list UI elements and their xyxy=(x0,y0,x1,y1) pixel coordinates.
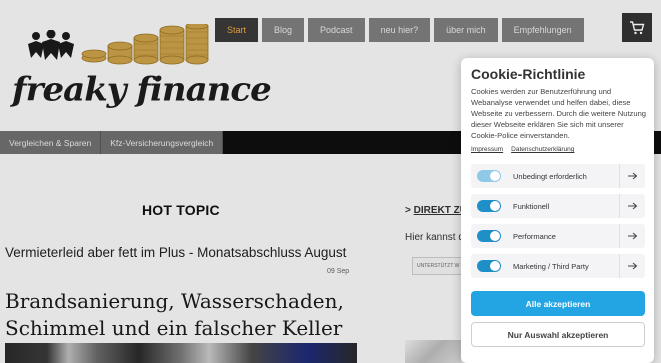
consent-label: Unbedingt erforderlich xyxy=(513,171,587,181)
consent-label: Funktionell xyxy=(513,201,550,211)
secondary-navigation: Vergleichen & Sparen Kfz-Versicherungsve… xyxy=(0,131,224,154)
direct-link[interactable]: > DIREKT ZU xyxy=(405,205,467,216)
impressum-link[interactable]: Impressum xyxy=(471,146,503,153)
page-background: freaky finance Start Blog Podcast neu hi… xyxy=(0,0,661,363)
sidebar-thumbnail[interactable] xyxy=(405,340,461,363)
accept-selection-button[interactable]: Nur Auswahl akzeptieren xyxy=(471,322,645,347)
toggle-marketing[interactable] xyxy=(477,260,501,272)
datenschutz-link[interactable]: Datenschutzerklärung xyxy=(511,146,574,153)
featured-post-title[interactable]: Brandsanierung, Wasserschaden, Schimmel … xyxy=(5,288,365,342)
subnav-item-vergleichen[interactable]: Vergleichen & Sparen xyxy=(0,131,102,154)
consent-row-marketing[interactable]: Marketing / Third Party xyxy=(471,254,645,278)
consent-label: Performance xyxy=(513,231,556,241)
arrow-right-icon[interactable] xyxy=(619,254,645,278)
consent-row-functional[interactable]: Funktionell xyxy=(471,194,645,218)
section-heading: HOT TOPIC xyxy=(142,202,220,218)
direct-link-text: DIREKT ZU xyxy=(413,205,467,216)
site-logo[interactable]: freaky finance xyxy=(8,20,272,109)
sidebar-intro-text: Hier kannst d xyxy=(405,232,464,243)
consent-row-necessary[interactable]: Unbedingt erforderlich xyxy=(471,164,645,188)
coins-logo-icon xyxy=(81,24,209,65)
toggle-performance[interactable] xyxy=(477,230,501,242)
arrow-right-icon[interactable] xyxy=(619,164,645,188)
nav-item-blog[interactable]: Blog xyxy=(262,18,305,42)
accept-all-button[interactable]: Alle akzeptieren xyxy=(471,291,645,316)
featured-post-image[interactable] xyxy=(5,343,357,363)
cart-button[interactable] xyxy=(622,13,652,42)
direct-link-prefix: > xyxy=(405,205,414,216)
arrow-right-icon[interactable] xyxy=(619,224,645,248)
toggle-necessary xyxy=(477,170,501,182)
toggle-functional[interactable] xyxy=(477,200,501,212)
nav-item-neu-hier[interactable]: neu hier? xyxy=(368,18,431,42)
people-logo-icon xyxy=(28,30,74,60)
cookie-description: Cookies werden zur Benutzerführung und W… xyxy=(471,87,647,140)
nav-item-podcast[interactable]: Podcast xyxy=(308,18,365,42)
nav-item-empfehlungen[interactable]: Empfehlungen xyxy=(501,18,584,42)
nav-item-start[interactable]: Start xyxy=(215,18,259,42)
cookie-dialog-title: Cookie-Richtlinie xyxy=(471,66,586,82)
post-date: 09 Sep xyxy=(327,268,350,275)
logo-wordmark: freaky finance xyxy=(12,71,272,109)
arrow-right-icon[interactable] xyxy=(619,194,645,218)
consent-label: Marketing / Third Party xyxy=(513,261,589,271)
cookie-links: Impressum Datenschutzerklärung xyxy=(471,146,574,153)
main-navigation: Start Blog Podcast neu hier? über mich E… xyxy=(215,18,584,42)
shopping-cart-icon xyxy=(630,20,645,34)
consent-row-performance[interactable]: Performance xyxy=(471,224,645,248)
cookie-consent-dialog: Cookie-Richtlinie Cookies werden zur Ben… xyxy=(461,58,654,363)
subnav-item-kfz-vergleich[interactable]: Kfz-Versicherungsvergleich xyxy=(101,131,224,154)
post-title-link[interactable]: Vermieterleid aber fett im Plus - Monats… xyxy=(5,245,346,260)
nav-item-ueber-mich[interactable]: über mich xyxy=(434,18,498,42)
